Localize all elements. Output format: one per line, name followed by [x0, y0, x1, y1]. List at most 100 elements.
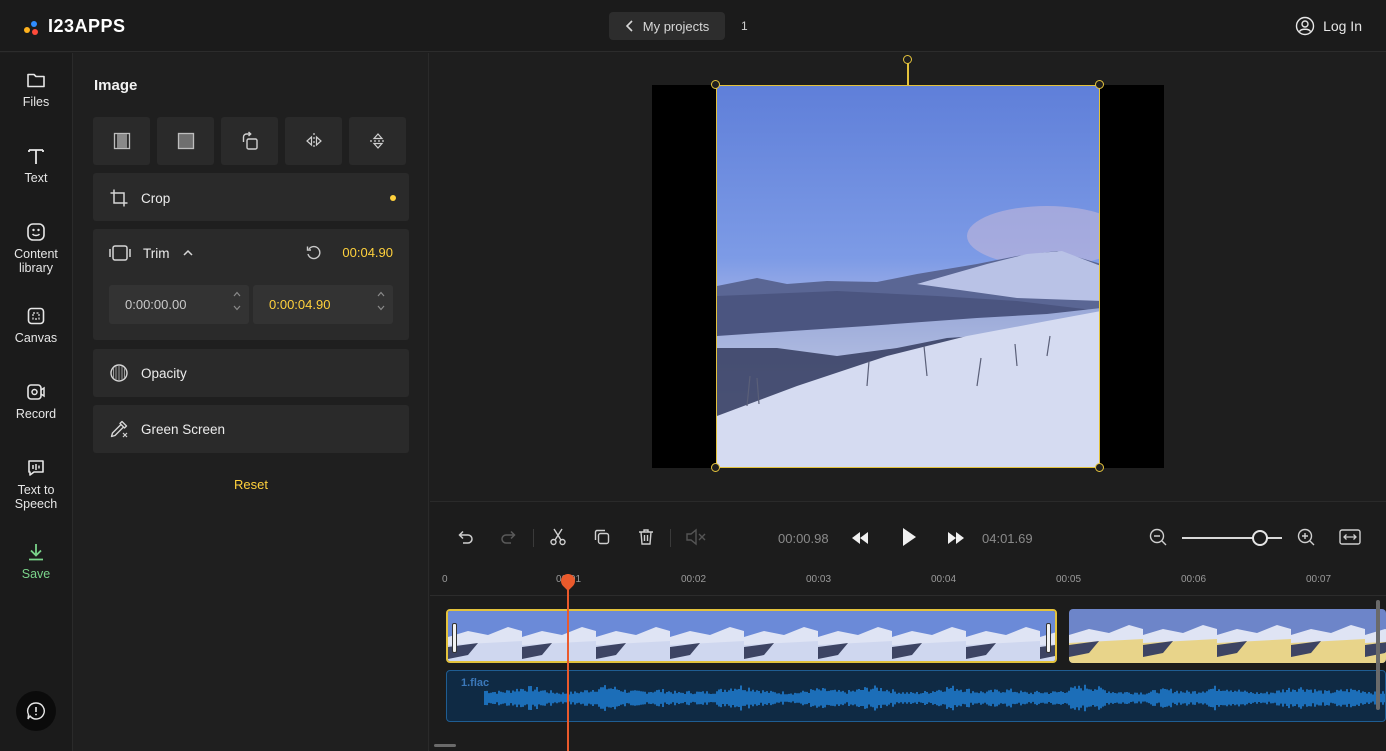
- selected-image[interactable]: [716, 85, 1100, 468]
- clip-frame: [1291, 609, 1365, 663]
- trim-duration: 00:04.90: [342, 245, 393, 260]
- my-projects-button[interactable]: My projects: [609, 12, 725, 40]
- stepper-down-icon[interactable]: [233, 305, 241, 311]
- stepper-up-icon[interactable]: [377, 291, 385, 297]
- zoom-in-icon[interactable]: [1296, 527, 1316, 547]
- top-bar: I23APPS My projects 1 Log In: [0, 0, 1386, 52]
- fast-forward-icon[interactable]: [946, 529, 966, 547]
- clip-frame: [1069, 609, 1143, 663]
- image-panel: Image Crop Trim 00:04.90 0:00:00.00 0:00…: [73, 53, 429, 751]
- play-icon[interactable]: [900, 526, 918, 548]
- nav-files[interactable]: Files: [0, 69, 72, 109]
- sticker-icon: [27, 223, 45, 241]
- resize-handle-bottom-left[interactable]: [711, 463, 720, 472]
- playback-controls: 00:00.98 04:01.69: [430, 520, 1386, 556]
- trim-end-value: 0:00:04.90: [269, 297, 331, 312]
- video-clip-selected[interactable]: [446, 609, 1057, 663]
- mute-icon[interactable]: [685, 527, 707, 547]
- fit-button[interactable]: [157, 117, 214, 165]
- crop-icon: [110, 189, 128, 207]
- nav-canvas[interactable]: Canvas: [0, 305, 72, 345]
- folder-icon: [27, 73, 45, 88]
- rewind-icon[interactable]: [850, 529, 870, 547]
- green-screen-section[interactable]: Green Screen: [93, 405, 409, 453]
- nav-text[interactable]: Text: [0, 145, 72, 185]
- text-icon: [28, 149, 44, 164]
- fill-button[interactable]: [93, 117, 150, 165]
- trim-end-input[interactable]: 0:00:04.90: [253, 285, 393, 324]
- duplicate-icon[interactable]: [592, 527, 612, 547]
- snowy-mountain-photo: [717, 86, 1099, 467]
- clip-trim-handle-left[interactable]: [452, 623, 457, 653]
- chevron-up-icon[interactable]: [182, 248, 194, 258]
- video-clip[interactable]: [1069, 609, 1386, 663]
- clip-frame: [744, 611, 818, 661]
- zoom-out-icon[interactable]: [1148, 527, 1168, 547]
- trash-icon[interactable]: [636, 527, 656, 547]
- trim-row[interactable]: Trim: [109, 243, 194, 263]
- login-button[interactable]: Log In: [1295, 16, 1362, 36]
- resize-handle-bottom-right[interactable]: [1095, 463, 1104, 472]
- clip-frame: [1217, 609, 1291, 663]
- vertical-scrollbar[interactable]: [1376, 600, 1380, 710]
- record-icon: [27, 384, 45, 400]
- canvas-icon: [27, 307, 45, 325]
- clip-frame: [448, 611, 522, 661]
- trim-end-stepper[interactable]: [377, 291, 385, 311]
- nav-text-label: Text: [24, 171, 48, 185]
- reset-trim-icon[interactable]: [305, 244, 323, 262]
- rotate-button[interactable]: [221, 117, 278, 165]
- fit-timeline-icon[interactable]: [1338, 527, 1362, 547]
- fill-icon: [113, 132, 130, 150]
- clip-frame: [818, 611, 892, 661]
- eyedropper-icon: [110, 420, 128, 438]
- nav-content-library-label: Content library: [14, 247, 58, 275]
- app-logo[interactable]: I23APPS: [24, 16, 126, 37]
- stepper-up-icon[interactable]: [233, 291, 241, 297]
- flip-horizontal-button[interactable]: [285, 117, 342, 165]
- chevron-left-icon: [625, 20, 633, 32]
- playhead-line: [567, 574, 569, 751]
- feedback-button[interactable]: [16, 691, 56, 731]
- audio-waveform: [484, 684, 1385, 712]
- divider: [670, 529, 671, 547]
- rotate-icon: [242, 131, 258, 150]
- resize-handle-top-left[interactable]: [711, 80, 720, 89]
- clip-thumbnails: [1069, 609, 1386, 663]
- undo-icon[interactable]: [455, 527, 475, 547]
- logo-text: I23APPS: [48, 16, 126, 36]
- clip-frame: [670, 611, 744, 661]
- nav-content-library[interactable]: Content library: [0, 221, 72, 275]
- audio-track[interactable]: 1.flac: [446, 670, 1386, 722]
- rotate-handle[interactable]: [903, 55, 912, 64]
- zoom-slider-thumb[interactable]: [1252, 530, 1268, 546]
- resize-handle-top-right[interactable]: [1095, 80, 1104, 89]
- left-nav: Files Text Content library Canvas Record…: [0, 53, 73, 751]
- scissors-icon[interactable]: [548, 527, 568, 547]
- trim-label: Trim: [143, 245, 170, 261]
- crop-active-indicator: [390, 195, 396, 201]
- flip-vertical-button[interactable]: [349, 117, 406, 165]
- tick-label: 00:02: [681, 574, 707, 585]
- reset-button[interactable]: Reset: [234, 477, 268, 492]
- redo-icon[interactable]: [499, 527, 519, 547]
- stepper-down-icon[interactable]: [377, 305, 385, 311]
- user-icon: [1295, 16, 1315, 36]
- tick-label: 00:03: [806, 574, 832, 585]
- clip-trim-handle-right[interactable]: [1046, 623, 1051, 653]
- horizontal-scrollbar[interactable]: [434, 744, 456, 747]
- nav-save[interactable]: Save: [0, 541, 72, 581]
- nav-text-to-speech[interactable]: Text to Speech: [0, 457, 72, 511]
- crop-section[interactable]: Crop: [93, 173, 409, 221]
- nav-record[interactable]: Record: [0, 381, 72, 421]
- green-screen-row: Green Screen: [109, 419, 225, 439]
- opacity-section[interactable]: Opacity: [93, 349, 409, 397]
- nav-canvas-label: Canvas: [14, 331, 58, 345]
- waveform-path: [484, 684, 1385, 712]
- timeline: 00:00.98 04:01.69 0 00:01 00:02 00:03 00…: [430, 501, 1386, 751]
- current-time: 00:00.98: [778, 531, 829, 546]
- nav-text-to-speech-label: Text to Speech: [14, 483, 58, 511]
- trim-start-stepper[interactable]: [233, 291, 241, 311]
- flip-vertical-icon: [369, 133, 386, 149]
- trim-start-input[interactable]: 0:00:00.00: [109, 285, 249, 324]
